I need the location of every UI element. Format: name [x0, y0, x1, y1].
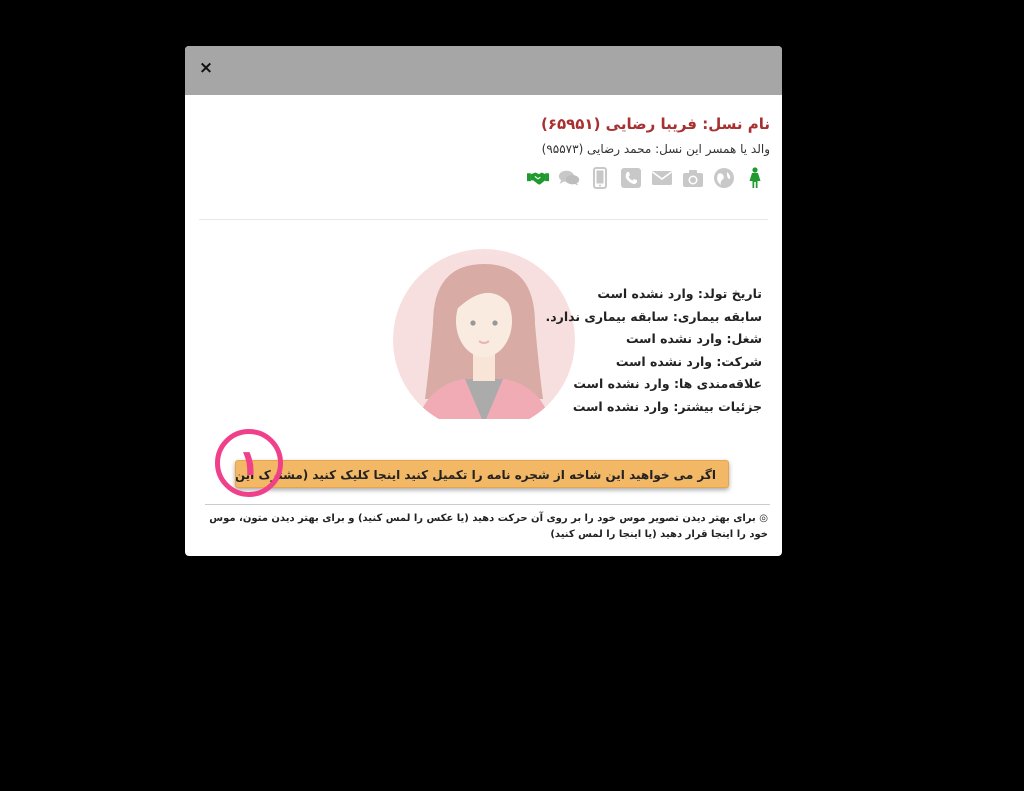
chat-icon[interactable]	[558, 167, 580, 189]
info-disease-history: سابقه بیماری: سابقه بیماری ندارد.	[545, 308, 762, 324]
info-birth-date: تاریخ تولد: وارد نشده است	[597, 286, 762, 301]
info-job: شغل: وارد نشده است	[625, 331, 762, 346]
subscribe-branch-button[interactable]: اگر می خواهید این شاخه از شجره نامه را ت…	[235, 460, 729, 488]
profile-modal: × نام نسل: فریبا رضایی (۶۵۹۵۱) والد یا ه…	[185, 46, 782, 556]
info-details: جزئیات بیشتر: وارد نشده است	[572, 398, 762, 414]
person-info: تاریخ تولد: وارد نشده است سابقه بیماری: …	[545, 283, 762, 418]
person-name: نام نسل: فریبا رضایی (۶۵۹۵۱)	[540, 115, 770, 133]
handshake-icon[interactable]	[527, 167, 549, 189]
modal-header: ×	[185, 46, 782, 95]
contact-icon-row	[527, 167, 766, 189]
camera-icon[interactable]	[682, 167, 704, 189]
envelope-icon[interactable]	[651, 167, 673, 189]
info-interests: علاقه‌مندی ها: وارد نشده است	[573, 376, 762, 391]
female-person-icon[interactable]	[744, 167, 766, 189]
mobile-icon[interactable]	[589, 167, 611, 189]
hint-text[interactable]: ◎ برای بهتر دیدن تصویر موس خود را بر روی…	[200, 511, 768, 543]
phone-icon[interactable]	[620, 167, 642, 189]
header-divider	[199, 219, 768, 220]
close-button[interactable]: ×	[195, 57, 217, 79]
globe-icon[interactable]	[713, 167, 735, 189]
parent-name: والد یا همسر این نسل: محمد رضایی (۹۵۵۷۳)	[541, 142, 770, 156]
info-company: شرکت: وارد نشده است	[615, 353, 762, 369]
footer-divider	[205, 504, 770, 505]
